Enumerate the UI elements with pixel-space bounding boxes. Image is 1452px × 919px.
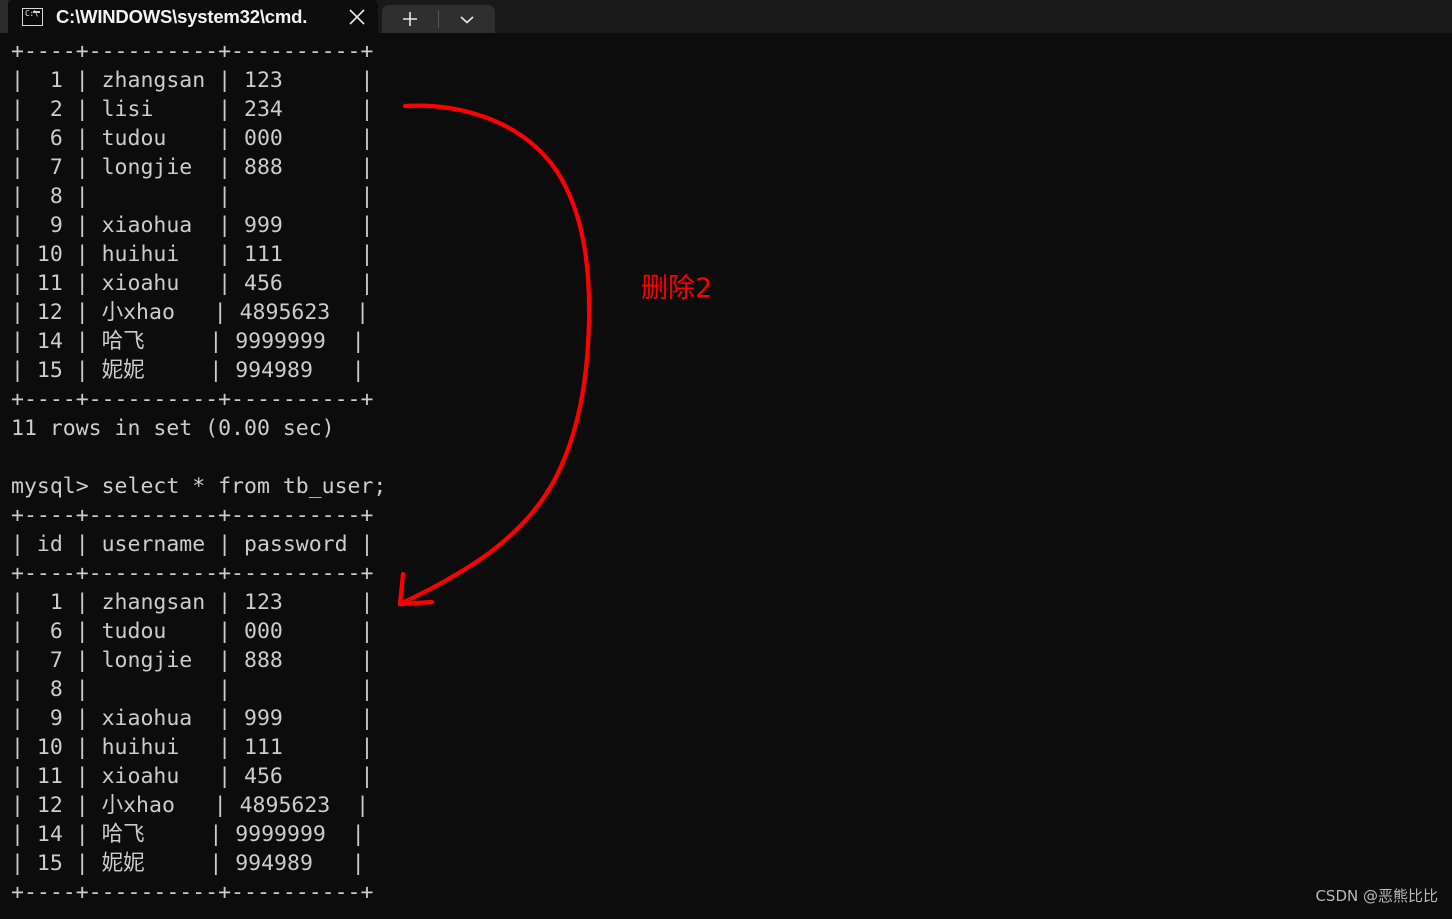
terminal-line: | 14 | 哈飞 | 9999999 |	[11, 822, 365, 847]
tabstrip-empty-area[interactable]	[495, 0, 1452, 33]
terminal-line: | 12 | 小xhao | 4895623 |	[11, 793, 370, 818]
terminal-line: | 7 | longjie | 888 |	[11, 648, 374, 673]
terminal-line: | 9 | xiaohua | 999 |	[11, 213, 374, 238]
terminal-line: +----+----------+----------+	[11, 387, 374, 412]
close-icon[interactable]	[336, 0, 378, 33]
terminal-header-line: | id | username | password |	[11, 532, 374, 557]
terminal-line: | 14 | 哈飞 | 9999999 |	[11, 329, 365, 354]
terminal-line: | 10 | huihui | 111 |	[11, 242, 374, 267]
terminal-line: | 6 | tudou | 000 |	[11, 126, 374, 151]
terminal-line: | 6 | tudou | 000 |	[11, 619, 374, 644]
terminal-line: +----+----------+----------+	[11, 561, 374, 586]
terminal-line: | 8 | | |	[11, 677, 374, 702]
terminal-prompt-line: mysql> select * from tb_user;	[11, 474, 387, 499]
terminal-line: | 7 | longjie | 888 |	[11, 155, 374, 180]
tabstrip-left-gutter	[0, 0, 8, 33]
terminal-line: | 11 | xioahu | 456 |	[11, 271, 374, 296]
new-tab-button[interactable]	[382, 5, 438, 33]
terminal-status-line: 11 rows in set (0.00 sec)	[11, 416, 335, 441]
terminal-line: | 12 | 小xhao | 4895623 |	[11, 300, 370, 325]
terminal-line: | 11 | xioahu | 456 |	[11, 764, 374, 789]
terminal-line: +----+----------+----------+	[11, 39, 374, 64]
terminal-line: | 15 | 妮妮 | 994989 |	[11, 851, 365, 876]
terminal-line: | 9 | xiaohua | 999 |	[11, 706, 374, 731]
terminal-line: | 1 | zhangsan | 123 |	[11, 68, 374, 93]
cmd-icon-underscore	[33, 10, 40, 13]
tab-title: C:\WINDOWS\system32\cmd.	[56, 5, 308, 27]
terminal-line: +----+----------+----------+	[11, 880, 374, 905]
terminal-line: | 8 | | |	[11, 184, 374, 209]
watermark: CSDN @恶熊比比	[1315, 887, 1438, 905]
tab-strip: C:\ C:\WINDOWS\system32\cmd.	[0, 0, 1452, 33]
terminal-line: | 1 | zhangsan | 123 |	[11, 590, 374, 615]
terminal-line: | 15 | 妮妮 | 994989 |	[11, 358, 365, 383]
terminal-line: | 2 | lisi | 234 |	[11, 97, 374, 122]
cmd-icon: C:\	[22, 7, 43, 26]
terminal-output[interactable]: +----+----------+----------+ | 1 | zhang…	[0, 33, 1452, 915]
tabbar-controls	[382, 5, 495, 33]
terminal-tab[interactable]: C:\ C:\WINDOWS\system32\cmd.	[8, 0, 378, 33]
chevron-down-icon[interactable]	[439, 5, 495, 33]
terminal-line: | 10 | huihui | 111 |	[11, 735, 374, 760]
terminal-line: +----+----------+----------+	[11, 503, 374, 528]
